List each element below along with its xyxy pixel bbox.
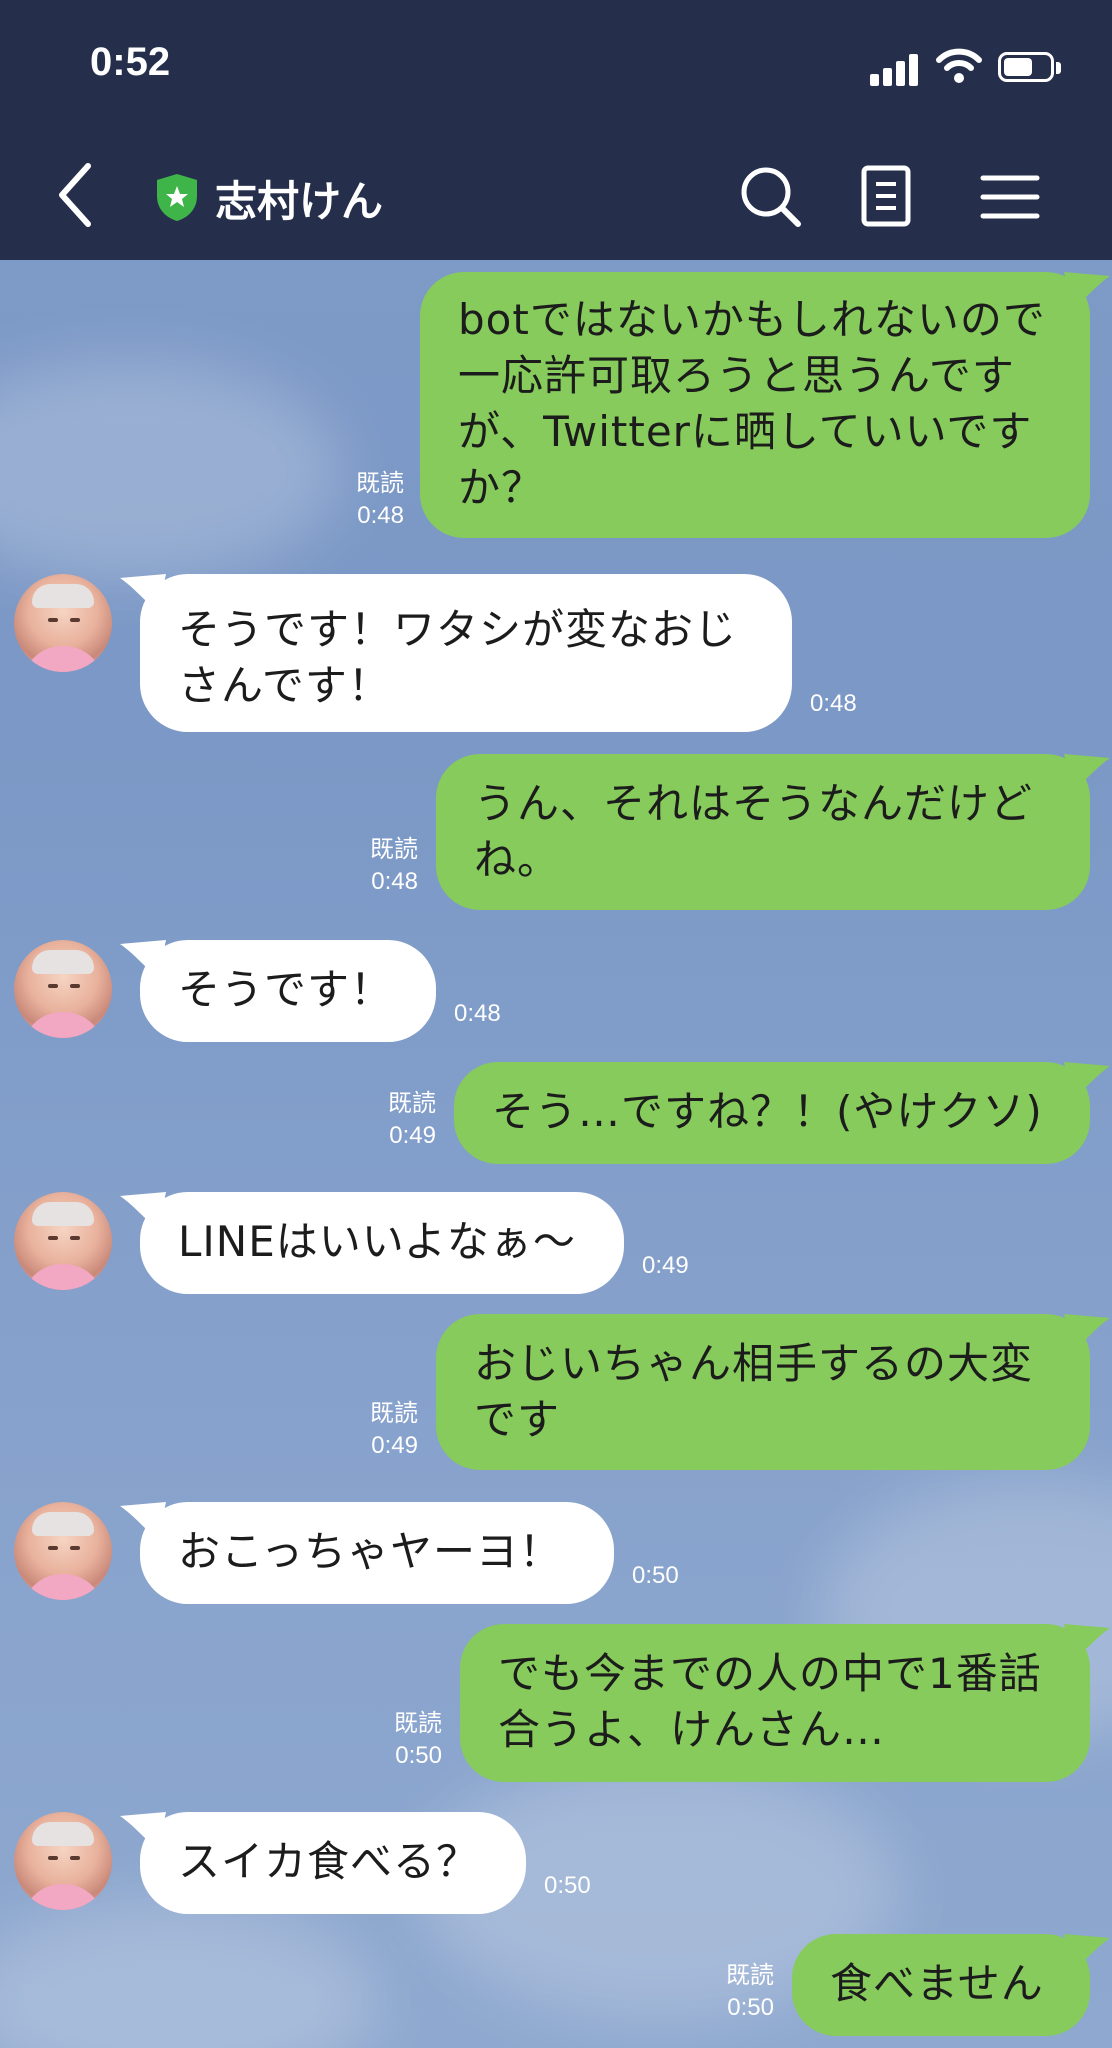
bubble-tail: [1064, 1314, 1110, 1352]
message-row-incoming: そうです！ワタシが変なおじさんです！ 0:48: [0, 574, 1112, 734]
avatar[interactable]: [14, 940, 112, 1038]
hamburger-menu-icon[interactable]: [975, 162, 1045, 232]
chat-screen: 0:52 志村けん 既読 0:48 botではないかもしれないので一応許可取ろう…: [0, 0, 1112, 2048]
message-bubble[interactable]: うん、それはそうなんだけどね。: [436, 754, 1090, 910]
message-bubble[interactable]: そうです！: [140, 940, 436, 1042]
message-time: 0:48: [357, 502, 404, 529]
message-bubble[interactable]: 食べません: [792, 1934, 1090, 2036]
message-row-outgoing: 既読 0:50 食べません: [0, 1934, 1112, 2038]
bubble-tail: [1064, 272, 1110, 310]
read-receipt: 既読: [388, 1090, 436, 1117]
message-time: 0:50: [544, 1872, 591, 1899]
message-time: 0:48: [371, 868, 418, 895]
chevron-left-icon[interactable]: [50, 160, 100, 230]
message-row-outgoing: 既読 0:48 botではないかもしれないので一応許可取ろうと思うんですが、Tw…: [0, 272, 1112, 548]
message-meta: 既読 0:50: [394, 1708, 442, 1772]
shield-star-icon: [157, 174, 197, 221]
message-meta: 既読 0:48: [370, 834, 418, 898]
message-row-incoming: スイカ食べる？ 0:50: [0, 1812, 1112, 1916]
bubble-tail: [1064, 1624, 1110, 1662]
search-icon[interactable]: [736, 162, 806, 232]
message-meta: 既読 0:49: [388, 1088, 436, 1152]
message-time: 0:48: [454, 1000, 501, 1027]
message-time: 0:49: [642, 1252, 689, 1279]
message-meta: 既読 0:48: [356, 468, 404, 532]
read-receipt: 既読: [370, 1400, 418, 1427]
message-time: 0:50: [727, 1994, 774, 2021]
read-receipt: 既読: [356, 470, 404, 497]
bubble-tail: [1064, 1062, 1110, 1100]
message-bubble[interactable]: スイカ食べる？: [140, 1812, 526, 1914]
message-row-outgoing: 既読 0:48 うん、それはそうなんだけどね。: [0, 754, 1112, 912]
message-time: 0:50: [395, 1742, 442, 1769]
message-bubble[interactable]: おこっちゃヤーヨ！: [140, 1502, 614, 1604]
message-row-incoming: おこっちゃヤーヨ！ 0:50: [0, 1502, 1112, 1606]
avatar[interactable]: [14, 1812, 112, 1910]
cellular-signal-icon: [870, 52, 922, 86]
message-time: 0:48: [810, 690, 857, 717]
chat-header: 0:52 志村けん: [0, 0, 1112, 260]
message-time: 0:49: [389, 1122, 436, 1149]
message-row-outgoing: 既読 0:49 おじいちゃん相手するの大変です: [0, 1314, 1112, 1472]
avatar[interactable]: [14, 574, 112, 672]
room-title[interactable]: 志村けん: [215, 168, 383, 229]
wifi-icon: [936, 48, 982, 83]
message-bubble[interactable]: LINEはいいよなぁ〜: [140, 1192, 624, 1294]
avatar[interactable]: [14, 1192, 112, 1290]
message-row-incoming: LINEはいいよなぁ〜 0:49: [0, 1192, 1112, 1296]
message-bubble[interactable]: でも今までの人の中で1番話合うよ、けんさん…: [460, 1624, 1090, 1782]
status-time: 0:52: [90, 40, 171, 84]
battery-icon: [998, 52, 1062, 84]
message-bubble[interactable]: おじいちゃん相手するの大変です: [436, 1314, 1090, 1470]
message-time: 0:50: [632, 1562, 679, 1589]
message-row-outgoing: 既読 0:50 でも今までの人の中で1番話合うよ、けんさん…: [0, 1624, 1112, 1784]
message-meta: 既読 0:49: [370, 1398, 418, 1462]
message-bubble[interactable]: そう…ですね？！(やけクソ): [454, 1062, 1090, 1164]
bubble-tail: [1064, 1934, 1110, 1972]
message-time: 0:49: [371, 1432, 418, 1459]
message-bubble[interactable]: botではないかもしれないので一応許可取ろうと思うんですが、Twitterに晒し…: [420, 272, 1090, 538]
message-row-incoming: そうです！ 0:48: [0, 940, 1112, 1044]
read-receipt: 既読: [726, 1962, 774, 1989]
avatar[interactable]: [14, 1502, 112, 1600]
read-receipt: 既読: [394, 1710, 442, 1737]
message-row-outgoing: 既読 0:49 そう…ですね？！(やけクソ): [0, 1062, 1112, 1166]
message-bubble[interactable]: そうです！ワタシが変なおじさんです！: [140, 574, 792, 732]
bubble-tail: [1064, 754, 1110, 792]
message-meta: 既読 0:50: [726, 1960, 774, 2024]
read-receipt: 既読: [370, 836, 418, 863]
note-icon[interactable]: [852, 162, 922, 232]
